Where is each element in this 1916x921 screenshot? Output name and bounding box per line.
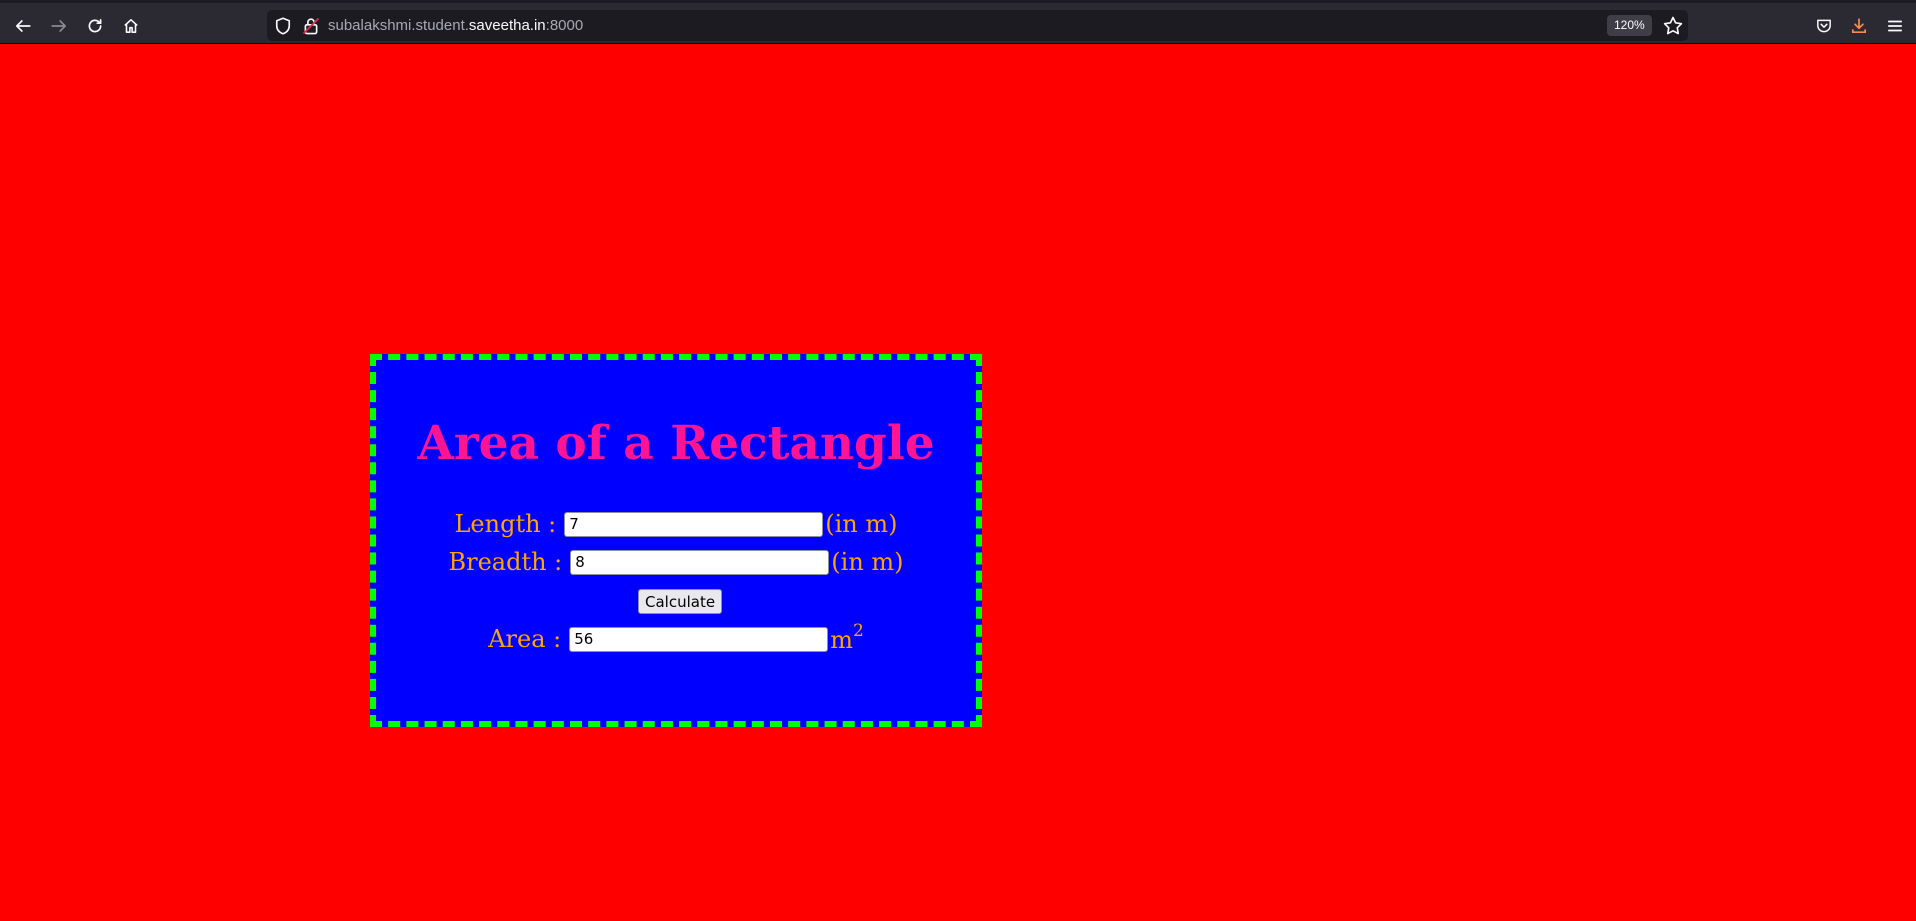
- address-bar[interactable]: subalakshmi.student.saveetha.in:8000 120…: [267, 10, 1688, 41]
- area-calculator-box: Area of a Rectangle Length : (in m) Brea…: [370, 354, 982, 727]
- length-input[interactable]: [564, 511, 824, 537]
- area-unit-exponent: 2: [852, 621, 864, 641]
- area-label: Area :: [488, 625, 562, 653]
- page-title: Area of a Rectangle: [417, 416, 935, 471]
- url-port: :8000: [545, 17, 584, 34]
- breadth-unit: (in m): [831, 548, 904, 576]
- url-text[interactable]: subalakshmi.student.saveetha.in:8000: [328, 17, 583, 34]
- menu-icon[interactable]: [1881, 12, 1909, 40]
- back-icon[interactable]: [9, 12, 37, 40]
- breadth-label: Breadth :: [448, 548, 563, 576]
- reload-icon[interactable]: [81, 12, 109, 40]
- breadth-input[interactable]: [570, 549, 830, 575]
- url-host-domain: saveetha.in: [468, 17, 546, 34]
- calculate-button[interactable]: Calculate: [638, 589, 723, 614]
- breadth-row: Breadth : (in m): [376, 548, 976, 576]
- page-content: Area of a Rectangle Length : (in m) Brea…: [0, 44, 1916, 921]
- forward-icon[interactable]: [45, 12, 73, 40]
- area-unit: m2: [830, 621, 864, 654]
- bookmark-star-icon[interactable]: [1662, 15, 1684, 37]
- pocket-icon[interactable]: [1810, 12, 1838, 40]
- browser-toolbar: subalakshmi.student.saveetha.in:8000 120…: [0, 0, 1916, 44]
- home-icon[interactable]: [117, 12, 145, 40]
- area-unit-base: m: [830, 626, 853, 654]
- area-row: Area : m2: [376, 621, 976, 654]
- length-row: Length : (in m): [376, 510, 976, 538]
- tracking-shield-icon[interactable]: [273, 16, 293, 36]
- length-label: Length :: [454, 510, 557, 538]
- length-unit: (in m): [825, 510, 898, 538]
- url-host-prefix: subalakshmi.student.: [328, 17, 469, 34]
- zoom-level-button[interactable]: 120%: [1607, 15, 1652, 36]
- area-output[interactable]: [569, 626, 829, 652]
- downloads-icon[interactable]: [1845, 12, 1873, 40]
- insecure-lock-icon[interactable]: [301, 16, 321, 36]
